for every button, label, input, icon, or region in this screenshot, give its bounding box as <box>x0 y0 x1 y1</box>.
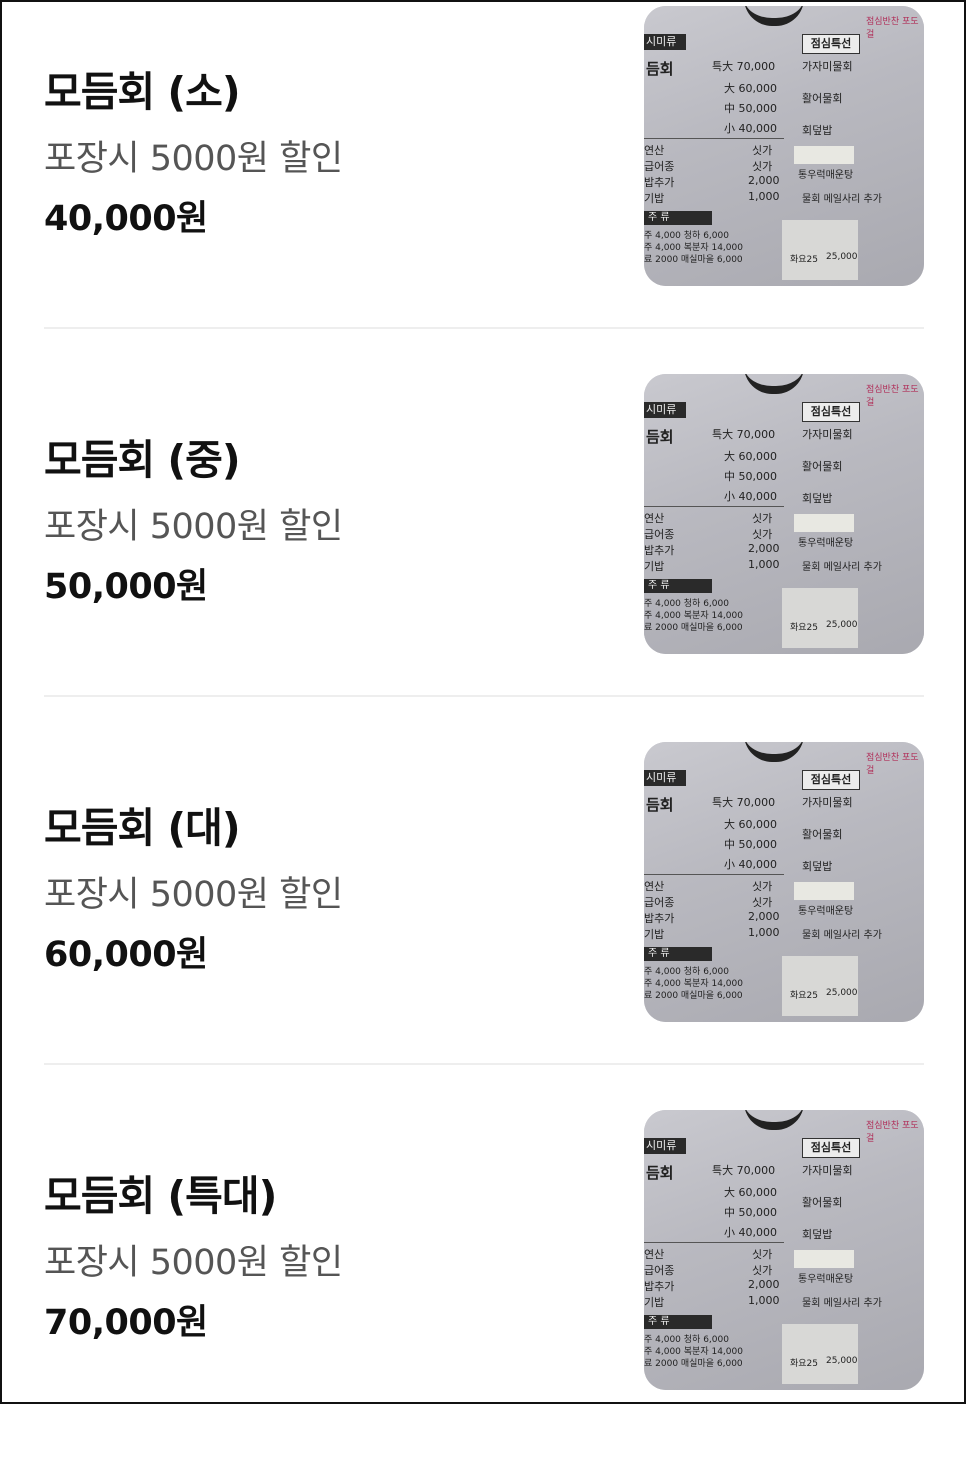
item-title: 모듬회 (특대) <box>44 1172 277 1220</box>
menu-item[interactable]: 모듬회 (대) 포장시 5000원 할인 60,000원 점심반찬 포도걸 시미… <box>2 738 964 1106</box>
divider <box>44 327 924 329</box>
menu-list: 모듬회 (소) 포장시 5000원 할인 40,000원 점심반찬 포도걸 시미… <box>0 0 966 1404</box>
item-price: 50,000원 <box>44 567 208 607</box>
menu-board-photo: 점심반찬 포도걸 시미류 점심특선 듬회 특大 70,000 大 60,000 … <box>644 374 924 654</box>
item-price: 40,000원 <box>44 199 208 239</box>
item-thumbnail[interactable]: 점심반찬 포도걸 시미류 점심특선 듬회 특大 70,000 大 60,000 … <box>644 374 924 654</box>
menu-item[interactable]: 모듬회 (중) 포장시 5000원 할인 50,000원 점심반찬 포도걸 시미… <box>2 370 964 738</box>
menu-board-photo: 점심반찬 포도걸 시미류 점심특선 듬회 특大 70,000 大 60,000 … <box>644 742 924 1022</box>
item-thumbnail[interactable]: 점심반찬 포도걸 시미류 점심특선 듬회 특大 70,000 大 60,000 … <box>644 742 924 1022</box>
item-description: 포장시 5000원 할인 <box>44 1243 343 1283</box>
item-description: 포장시 5000원 할인 <box>44 507 343 547</box>
item-title: 모듬회 (소) <box>44 68 241 116</box>
divider <box>44 695 924 697</box>
menu-item[interactable]: 모듬회 (소) 포장시 5000원 할인 40,000원 점심반찬 포도걸 시미… <box>2 2 964 370</box>
item-title: 모듬회 (중) <box>44 436 241 484</box>
menu-board-photo: 점심반찬 포도걸 시미류 점심특선 듬회 특大 70,000 大 60,000 … <box>644 6 924 286</box>
item-price: 60,000원 <box>44 935 208 975</box>
menu-item[interactable]: 모듬회 (특대) 포장시 5000원 할인 70,000원 점심반찬 포도걸 시… <box>2 1106 964 1474</box>
item-thumbnail[interactable]: 점심반찬 포도걸 시미류 점심특선 듬회 특大 70,000 大 60,000 … <box>644 6 924 286</box>
item-description: 포장시 5000원 할인 <box>44 139 343 179</box>
menu-board-photo: 점심반찬 포도걸 시미류 점심특선 듬회 특大 70,000 大 60,000 … <box>644 1110 924 1390</box>
item-price: 70,000원 <box>44 1303 208 1343</box>
item-thumbnail[interactable]: 점심반찬 포도걸 시미류 점심특선 듬회 특大 70,000 大 60,000 … <box>644 1110 924 1390</box>
item-description: 포장시 5000원 할인 <box>44 875 343 915</box>
divider <box>44 1063 924 1065</box>
item-title: 모듬회 (대) <box>44 804 241 852</box>
